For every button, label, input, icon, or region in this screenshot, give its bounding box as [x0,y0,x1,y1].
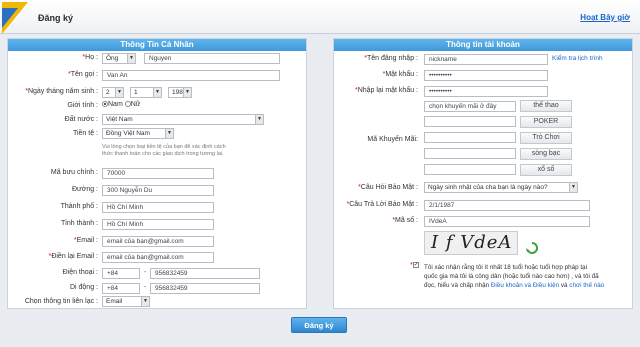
brand-logo [2,2,28,34]
terms-checkbox[interactable]: ✓ [412,262,419,268]
duong-label: Đường : [71,186,98,193]
password-confirm-label: *Nhập lại mật khẩu : [354,87,418,94]
mobile-input[interactable]: 956832459 [150,283,260,294]
phone-code-input[interactable]: +84 [102,268,140,279]
phone-dash: - [144,269,147,276]
page-title: Đăng ký [38,13,74,23]
gioi-tinh-label: Giới tính : [67,102,98,109]
password-input[interactable]: •••••••••• [424,70,548,81]
captcha-code-input[interactable]: IVdeA [424,216,590,227]
dien-thoai-label: Điện thoại : [62,269,98,276]
dob-label: *Ngày tháng năm sinh : [25,88,98,95]
terms-text: Tôi xác nhận rằng tôi ít nhất 18 tuổi ho… [424,263,632,290]
promo-code-input-2[interactable] [424,116,516,127]
promo-sports-button[interactable]: thể thao [520,100,572,112]
terms-conditions-link[interactable]: Điều khoản và Điều kiện [491,282,559,289]
terms-line-2: quốc gia mà tôi là công dân (hoặc tuổi n… [424,273,599,280]
page-header: Đăng ký Hoạt Bây giờ [0,0,640,34]
email-confirm-label: *Điền lại Email : [48,253,98,260]
gender-group: Nam Nữ [102,101,140,108]
promo-code-input-5[interactable] [424,164,516,175]
postal-code-input[interactable]: 70000 [102,168,214,179]
dob-year-select[interactable]: 1987 ▼ [168,87,192,98]
province-input[interactable]: Hồ Chí Minh [102,219,214,230]
promo-lottery-button[interactable]: xổ số [520,164,572,176]
gender-male-label: Nam [108,101,123,108]
title-select[interactable]: Ông ▼ [102,53,136,64]
country-select[interactable]: Việt Nam ▼ [102,114,264,125]
dob-day-select[interactable]: 2 ▼ [102,87,124,98]
security-answer-input[interactable]: 2/1/1987 [424,200,590,211]
lien-lac-label: Chọn thông tin liên lạc : [24,298,98,305]
promo-label: Mã Khuyến Mãi: [367,136,418,143]
contact-method-select[interactable]: Email ▼ [102,296,150,307]
password-confirm-input[interactable]: •••••••••• [424,86,548,97]
dob-month-select[interactable]: 1 ▼ [130,87,162,98]
di-dong-label: Di động : [69,284,98,291]
thanh-pho-label: Thành phố : [60,203,98,210]
dat-nuoc-label: Đất nước : [64,116,98,123]
promo-code-input-4[interactable] [424,148,516,159]
register-submit-button[interactable]: Đăng ký [291,317,347,333]
ma-buu-chinh-label: Mã bưu chính : [50,169,98,176]
ten-goi-input[interactable]: Van An [102,70,280,81]
tinh-label: Tỉnh thành : [61,220,98,227]
security-answer-label: *Câu Trả Lời Bảo Mật : [346,201,418,208]
currency-note-1: Vui lòng chọn loại tiền tệ của bạn để xá… [102,144,226,150]
personal-info-heading: Thông Tin Cá Nhân [8,39,306,51]
mobile-dash: - [144,284,147,291]
account-info-heading: Thông tin tài khoản [334,39,632,51]
mobile-code-input[interactable]: +84 [102,283,140,294]
currency-select[interactable]: Đồng Việt Nam ▼ [102,128,174,139]
how-to-play-link[interactable]: chơi thế nào [569,282,604,289]
currency-note-2: thức thanh toán cho các giao dịch trong … [102,151,224,157]
terms-line-1: Tôi xác nhận rằng tôi ít nhất 18 tuổi ho… [424,264,588,271]
gender-female-label: Nữ [130,101,141,108]
ho-label: *Họ : [82,54,98,61]
refresh-captcha-icon[interactable] [526,242,538,254]
login-now-link[interactable]: Hoạt Bây giờ [580,13,630,22]
captcha-code-label: *Mã số : [392,217,418,224]
promo-code-input-3[interactable] [424,132,516,143]
captcha-image: I f VdeA [424,231,518,255]
captcha-text: I f VdeA [431,232,513,253]
promo-games-button[interactable]: Trò Chơi [520,132,572,144]
username-input[interactable]: nickname [424,54,548,65]
email-confirm-input[interactable]: email của bạn@gmail.com [102,252,214,263]
lastname-input[interactable]: Nguyen [144,53,280,64]
terms-checkbox-wrap: *✓ [410,262,419,269]
promo-casino-button[interactable]: sòng bạc [520,148,572,160]
tien-te-label: Tiền tệ : [72,130,98,137]
security-question-label: *Câu Hỏi Bảo Mật : [358,184,418,191]
promo-poker-button[interactable]: POKER [520,116,572,128]
check-availability-link[interactable]: Kiểm tra lịch trình [552,55,603,62]
promo-code-input[interactable]: chọn khuyến mãi ở đây [424,101,516,112]
security-question-select[interactable]: Ngày sinh nhật của cha bạn là ngày nào? ▼ [424,182,578,193]
street-input[interactable]: 300 Nguyễn Du [102,185,214,196]
password-label: *Mật khẩu : [382,71,418,78]
phone-input[interactable]: 956832459 [150,268,260,279]
email-input[interactable]: email của bạn@gmail.com [102,236,214,247]
email-label: *Email : [73,237,98,244]
ten-goi-label: *Tên gọi : [68,71,98,78]
username-label: *Tên đăng nhập : [364,55,418,62]
terms-line-3: đọc, hiểu và chấp nhận Điều khoản và Điề… [424,282,605,289]
city-input[interactable]: Hồ Chí Minh [102,202,214,213]
